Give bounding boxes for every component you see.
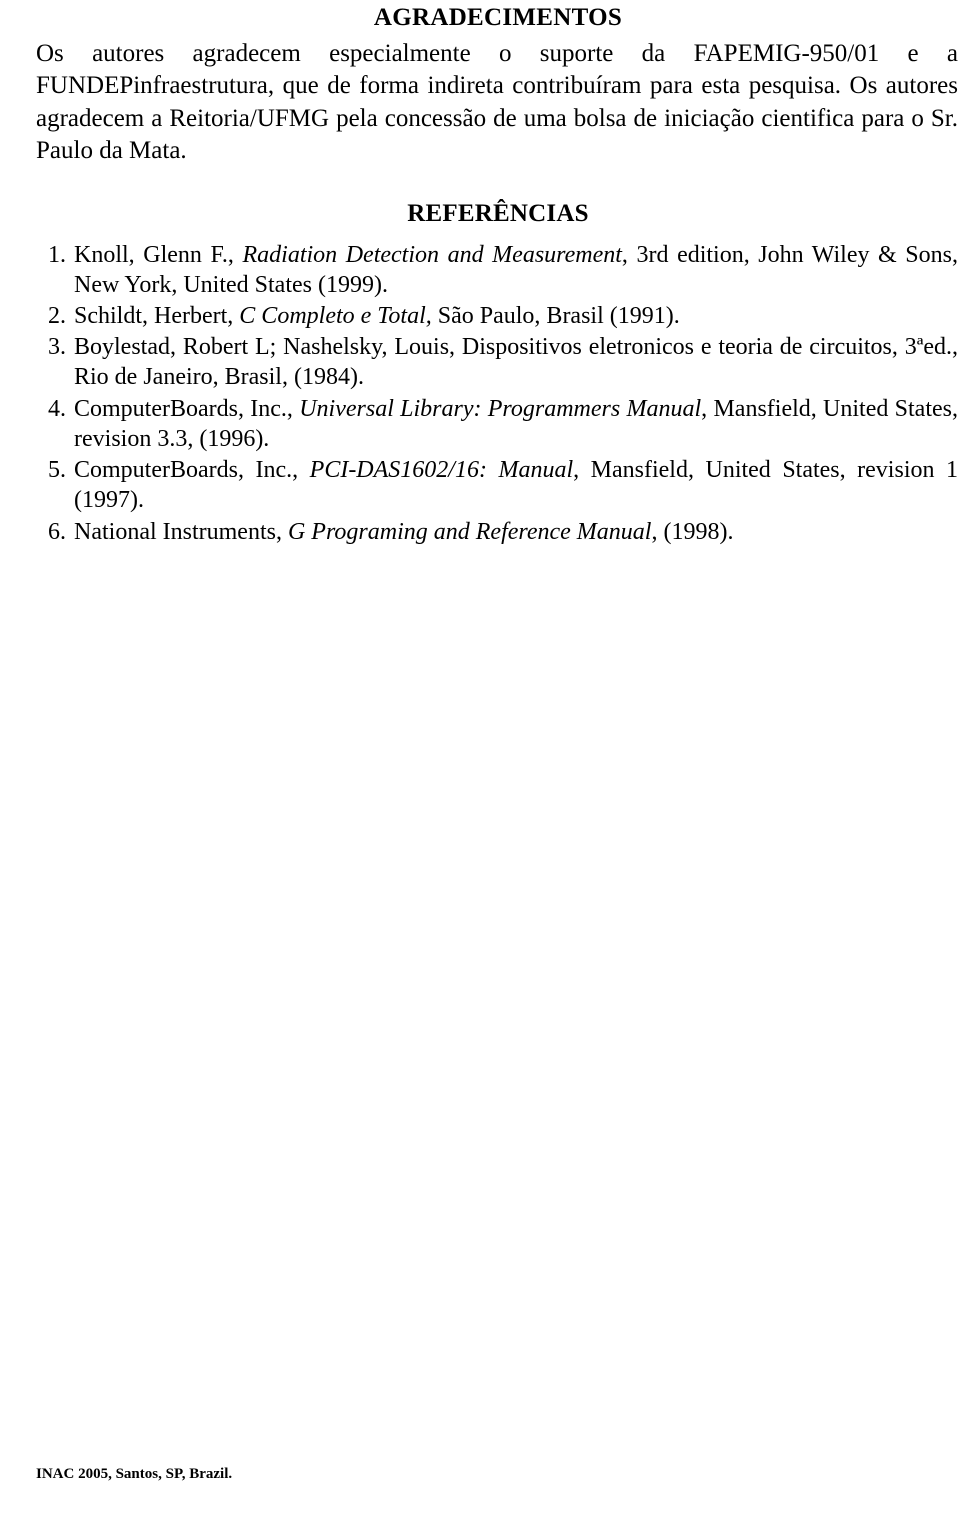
document-page: AGRADECIMENTOS Os autores agradecem espe…	[0, 0, 960, 1521]
page-content: AGRADECIMENTOS Os autores agradecem espe…	[36, 0, 960, 548]
reference-text-pre: Boylestad, Robert L; Nashelsky, Louis, D…	[74, 334, 958, 391]
reference-item: 6. National Instruments, G Programing and…	[36, 517, 960, 547]
page-footer: INAC 2005, Santos, SP, Brazil.	[36, 1466, 233, 1482]
reference-item: 5. ComputerBoards, Inc., PCI-DAS1602/16: …	[36, 455, 960, 515]
reference-title-italic: Universal Library: Programmers Manual	[299, 395, 702, 422]
reference-title-italic: G Programing and Reference Manual	[287, 518, 652, 545]
reference-text-pre: ComputerBoards, Inc.,	[74, 395, 300, 422]
reference-text-post: São Paulo, Brasil (1991).	[431, 302, 680, 329]
references-heading: REFERÊNCIAS	[407, 199, 589, 227]
reference-title-italic: PCI-DAS1602/16: Manual	[309, 457, 574, 484]
reference-title-italic: C Completo e Total,	[239, 302, 432, 329]
reference-text-pre: ComputerBoards, Inc.,	[74, 457, 310, 484]
reference-text-post: , (1998).	[651, 518, 734, 545]
reference-item: 3. Boylestad, Robert L; Nashelsky, Louis,…	[36, 332, 960, 392]
reference-item: 2. Schildt, Herbert, C Completo e Total, …	[36, 301, 960, 331]
reference-number: 5.	[48, 457, 66, 484]
reference-text-pre: Schildt, Herbert,	[74, 302, 240, 329]
reference-number: 4.	[48, 395, 66, 422]
reference-item: 4. ComputerBoards, Inc., Universal Librar…	[36, 394, 960, 454]
acknowledgements-heading: AGRADECIMENTOS	[373, 4, 623, 31]
acknowledgements-paragraph: Os autores agradecem especialmente o sup…	[36, 39, 958, 165]
reference-text-pre: Knoll, Glenn F.,	[74, 241, 243, 268]
reference-title-italic: Radiation Detection and Measurement	[242, 241, 622, 268]
reference-text-pre: National Instruments,	[74, 518, 288, 545]
references-list: 1. Knoll, Glenn F., Radiation Detection a…	[36, 240, 960, 547]
reference-number: 6.	[48, 518, 66, 545]
reference-item: 1. Knoll, Glenn F., Radiation Detection a…	[36, 240, 960, 300]
reference-number: 2.	[48, 302, 66, 329]
reference-number: 3.	[48, 334, 66, 361]
reference-number: 1.	[48, 241, 66, 268]
